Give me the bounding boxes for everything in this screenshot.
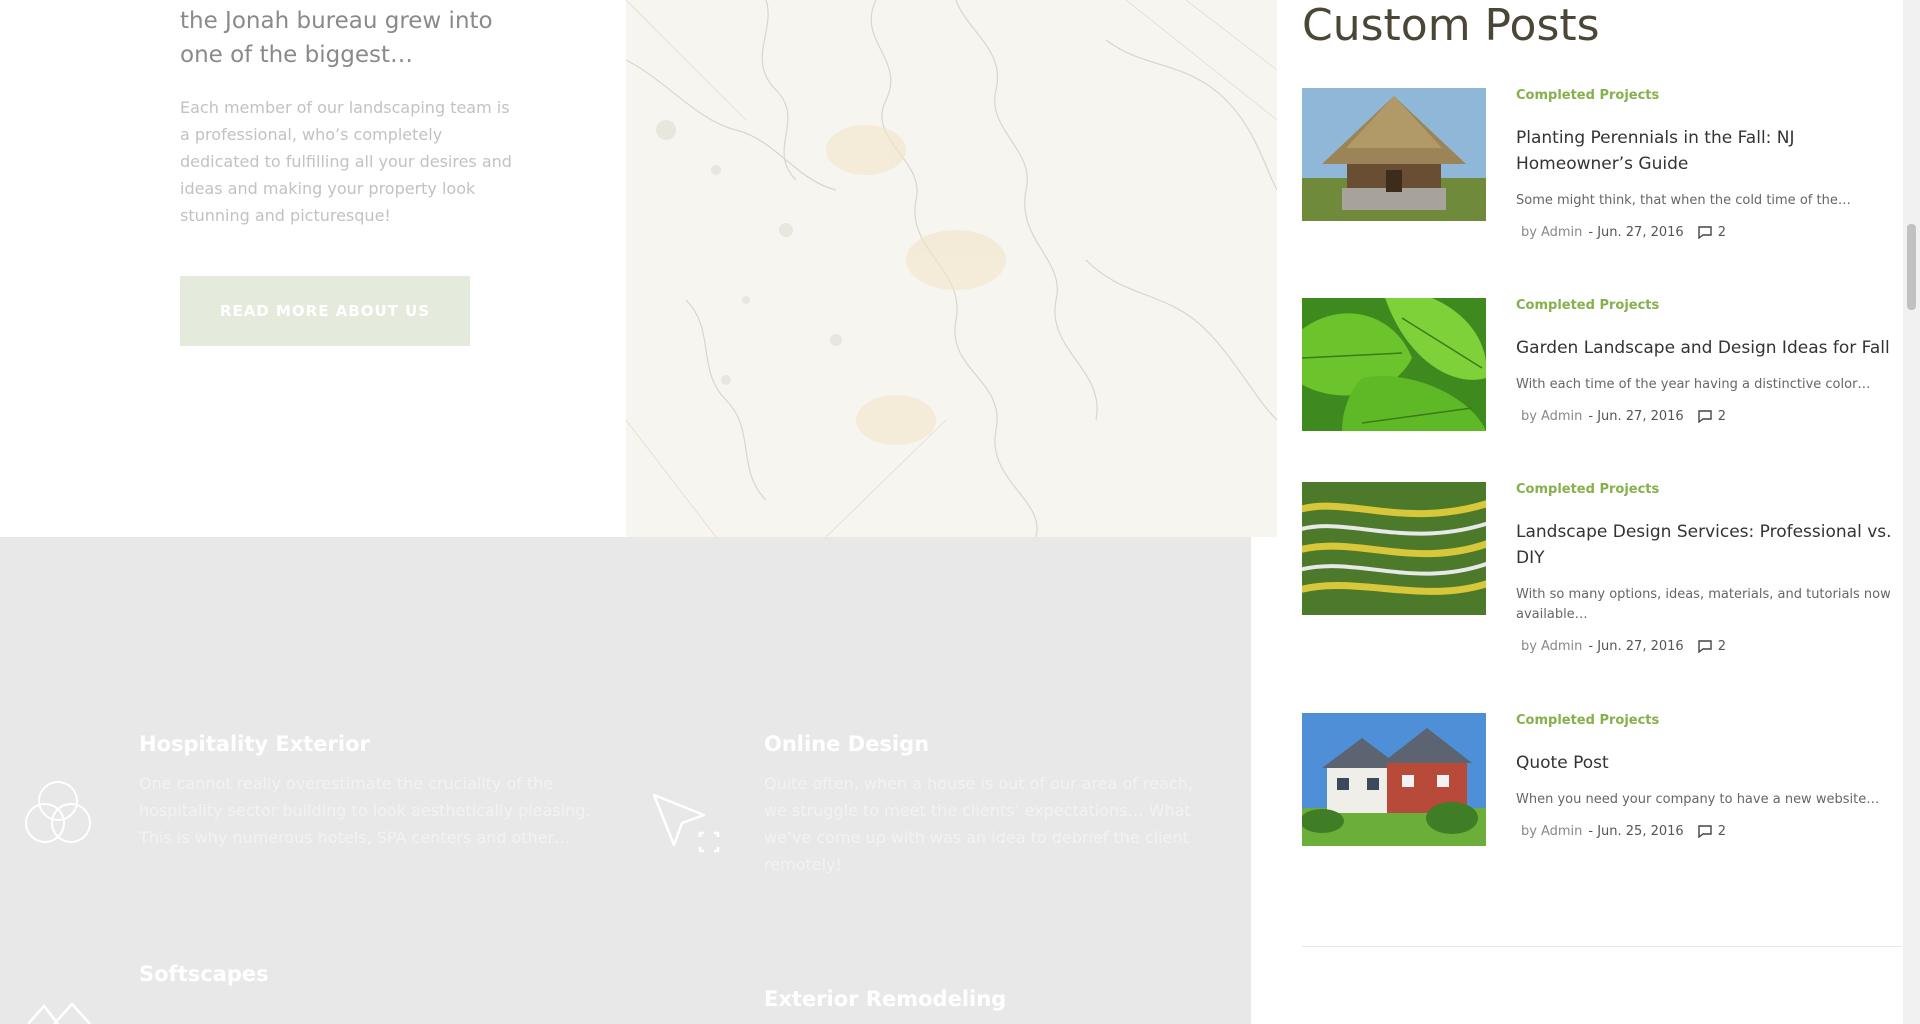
service-title: Online Design	[764, 732, 930, 756]
post-meta: by Admin - Jun. 27, 2016 2	[1516, 639, 1906, 654]
comment-count: 2	[1717, 409, 1726, 424]
post-excerpt: With each time of the year having a dist…	[1516, 377, 1871, 392]
post-item: Completed Projects Landscape Design Serv…	[1302, 482, 1902, 662]
post-title[interactable]: Planting Perennials in the Fall: NJ Home…	[1516, 125, 1906, 177]
post-excerpt: Some might think, that when the cold tim…	[1516, 193, 1851, 208]
scrollbar-thumb[interactable]	[1907, 224, 1916, 310]
service-title: Hospitality Exterior	[139, 732, 370, 756]
post-category[interactable]: Completed Projects	[1516, 298, 1906, 313]
post-title[interactable]: Quote Post	[1516, 750, 1906, 776]
service-description: One cannot really overestimate the cruci…	[139, 774, 591, 847]
post-info: Completed Projects Planting Perennials i…	[1516, 88, 1906, 240]
post-excerpt: When you need your company to have a new…	[1516, 792, 1880, 807]
post-meta: by Admin - Jun. 25, 2016 2	[1516, 824, 1906, 839]
post-item: Completed Projects Planting Perennials i…	[1302, 88, 1902, 240]
post-author[interactable]: Admin	[1541, 225, 1582, 240]
post-meta: by Admin - Jun. 27, 2016 2	[1516, 225, 1906, 240]
about-body: Each member of our landscaping team is a…	[180, 98, 512, 225]
world-map-image	[626, 0, 1277, 537]
post-comments[interactable]: 2	[1697, 639, 1726, 654]
comment-icon	[1697, 640, 1712, 653]
post-comments[interactable]: 2	[1697, 824, 1726, 839]
comment-icon	[1697, 226, 1712, 239]
service-title: Exterior Remodeling	[764, 987, 1007, 1011]
comment-count: 2	[1717, 225, 1726, 240]
post-info: Completed Projects Landscape Design Serv…	[1516, 482, 1906, 654]
services-section: Hospitality Exterior One cannot really o…	[0, 537, 1251, 1024]
post-category[interactable]: Completed Projects	[1516, 482, 1906, 497]
service-item: Online Design Quite often, when a house …	[764, 732, 1214, 878]
service-title: Softscapes	[139, 962, 269, 986]
comment-icon	[1697, 825, 1712, 838]
post-item: Completed Projects Quote Post When you n…	[1302, 713, 1902, 863]
post-author[interactable]: Admin	[1541, 409, 1582, 424]
page-scrollbar[interactable]	[1903, 0, 1920, 1024]
post-category[interactable]: Completed Projects	[1516, 88, 1906, 103]
cursor-icon	[652, 793, 722, 868]
service-item: Exterior Remodeling	[764, 987, 1214, 1011]
post-thumbnail[interactable]	[1302, 298, 1486, 431]
post-item: Completed Projects Garden Landscape and …	[1302, 298, 1902, 438]
comment-icon	[1697, 410, 1712, 423]
post-title[interactable]: Landscape Design Services: Professional …	[1516, 519, 1906, 571]
post-info: Completed Projects Quote Post When you n…	[1516, 713, 1906, 839]
post-by: by	[1521, 409, 1537, 424]
comment-count: 2	[1717, 639, 1726, 654]
post-by: by	[1521, 225, 1537, 240]
post-author[interactable]: Admin	[1541, 824, 1582, 839]
post-thumbnail[interactable]	[1302, 88, 1486, 221]
post-date: - Jun. 27, 2016	[1588, 639, 1684, 654]
sidebar-title: Custom Posts	[1302, 0, 1600, 51]
post-date: - Jun. 25, 2016	[1588, 824, 1684, 839]
service-item: Softscapes	[139, 962, 599, 986]
about-section: the Jonah bureau grew into one of the bi…	[0, 0, 1277, 537]
post-excerpt: With so many options, ideas, materials, …	[1516, 587, 1891, 622]
about-heading: the Jonah bureau grew into one of the bi…	[180, 8, 493, 68]
post-category[interactable]: Completed Projects	[1516, 713, 1906, 728]
service-description: Quite often, when a house is out of our …	[764, 774, 1193, 874]
post-author[interactable]: Admin	[1541, 639, 1582, 654]
post-meta: by Admin - Jun. 27, 2016 2	[1516, 409, 1906, 424]
post-date: - Jun. 27, 2016	[1588, 225, 1684, 240]
post-comments[interactable]: 2	[1697, 409, 1726, 424]
post-by: by	[1521, 824, 1537, 839]
post-thumbnail[interactable]	[1302, 482, 1486, 615]
map-illustration	[626, 0, 1277, 537]
about-text: the Jonah bureau grew into one of the bi…	[180, 0, 520, 229]
post-title[interactable]: Garden Landscape and Design Ideas for Fa…	[1516, 335, 1906, 361]
sidebar-divider	[1302, 946, 1902, 947]
post-info: Completed Projects Garden Landscape and …	[1516, 298, 1906, 424]
comment-count: 2	[1717, 824, 1726, 839]
circles-icon	[24, 779, 92, 852]
mountains-icon	[27, 1002, 94, 1024]
post-by: by	[1521, 639, 1537, 654]
page: the Jonah bureau grew into one of the bi…	[0, 0, 1920, 1024]
post-comments[interactable]: 2	[1697, 225, 1726, 240]
custom-posts-sidebar: Custom Posts Completed Projects Planting…	[1277, 0, 1903, 1024]
post-thumbnail[interactable]	[1302, 713, 1486, 846]
read-more-button[interactable]: READ MORE ABOUT US	[180, 276, 470, 346]
post-date: - Jun. 27, 2016	[1588, 409, 1684, 424]
service-item: Hospitality Exterior One cannot really o…	[139, 732, 599, 851]
